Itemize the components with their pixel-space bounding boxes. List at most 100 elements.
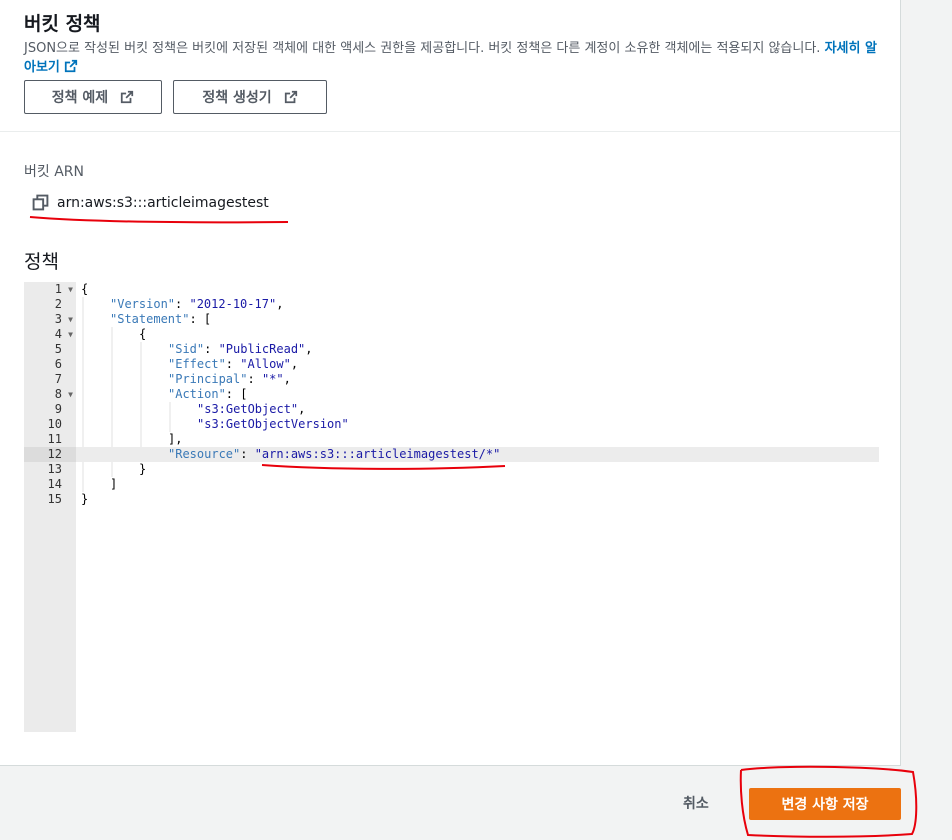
code-text: { — [139, 327, 146, 342]
line-number: 14 — [47, 477, 62, 491]
policy-generator-label: 정책 생성기 — [202, 90, 272, 106]
policy-generator-button[interactable]: 정책 생성기 — [173, 80, 327, 114]
json-key: "Effect" — [168, 357, 226, 371]
json-punctuation: , — [290, 357, 299, 371]
fold-toggle-icon[interactable]: ▼ — [68, 312, 73, 327]
code-cell: "Action": [ — [76, 387, 879, 402]
json-punctuation: { — [81, 282, 89, 296]
code-text: "Sid": "PublicRead", — [168, 342, 313, 357]
policy-description: JSON으로 작성된 버킷 정책은 버킷에 저장된 객체에 대한 액세스 권한을… — [24, 39, 886, 77]
json-string: "Allow" — [240, 357, 291, 371]
code-text: "Statement": [ — [110, 312, 211, 327]
code-text: "Principal": "*", — [168, 372, 291, 387]
line-number-cell: 2 — [24, 297, 76, 312]
bucket-arn-label: 버킷 ARN — [24, 164, 84, 180]
line-number-cell: 7 — [24, 372, 76, 387]
code-cell: "s3:GetObject", — [76, 402, 879, 417]
line-number-cell: 3 ▼ — [24, 312, 76, 327]
line-number: 8 — [54, 387, 62, 401]
line-number-cell: 12 — [24, 447, 76, 462]
code-cell: "Principal": "*", — [76, 372, 879, 387]
fold-toggle-icon[interactable]: ▼ — [68, 282, 73, 297]
description-text: JSON으로 작성된 버킷 정책은 버킷에 저장된 객체에 대한 액세스 권한을… — [24, 41, 821, 56]
bucket-policy-panel: 버킷 정책 JSON으로 작성된 버킷 정책은 버킷에 저장된 객체에 대한 액… — [0, 0, 901, 766]
policy-header: 버킷 정책 JSON으로 작성된 버킷 정책은 버킷에 저장된 객체에 대한 액… — [0, 0, 900, 132]
code-line: 11], — [24, 432, 879, 447]
json-key: "Version" — [110, 297, 176, 311]
line-number-cell: 5 — [24, 342, 76, 357]
code-line: 10 "s3:GetObjectVersion" — [24, 417, 879, 432]
json-punctuation: : — [225, 357, 241, 371]
code-cell: "Effect": "Allow", — [76, 357, 879, 372]
bucket-arn-row: arn:aws:s3:::articleimagestest — [32, 194, 269, 211]
code-text: { — [81, 282, 88, 297]
line-number: 10 — [47, 417, 62, 431]
line-number: 2 — [54, 297, 62, 311]
json-punctuation: ] — [110, 477, 118, 491]
save-changes-button[interactable]: 변경 사항 저장 — [749, 788, 901, 820]
code-line: 6 "Effect": "Allow", — [24, 357, 879, 372]
code-line: 5 "Sid": "PublicRead", — [24, 342, 879, 357]
code-text: } — [139, 462, 146, 477]
external-link-icon — [64, 59, 78, 73]
code-text: "s3:GetObject", — [197, 402, 305, 417]
json-string: "arn:aws:s3:::articleimagestest/*" — [254, 447, 501, 461]
code-cell: "Sid": "PublicRead", — [76, 342, 879, 357]
json-punctuation: } — [81, 492, 89, 506]
line-number: 12 — [47, 447, 62, 461]
code-text: "s3:GetObjectVersion" — [197, 417, 349, 432]
json-key: "Resource" — [168, 447, 241, 461]
line-number-cell: 15 — [24, 492, 76, 507]
json-key: "Statement" — [110, 312, 190, 326]
line-number-cell: 8 ▼ — [24, 387, 76, 402]
json-key: "Sid" — [168, 342, 205, 356]
line-number-cell: 9 — [24, 402, 76, 417]
fold-toggle-icon[interactable]: ▼ — [68, 327, 73, 342]
copy-icon[interactable] — [32, 194, 49, 211]
line-number: 13 — [47, 462, 62, 476]
json-punctuation: : — [204, 342, 219, 356]
code-text: "Resource": "arn:aws:s3:::articleimagest… — [168, 447, 500, 462]
json-punctuation: } — [139, 462, 147, 476]
page-title: 버킷 정책 — [24, 13, 101, 35]
json-string: "PublicRead" — [218, 342, 306, 356]
policy-code-editor[interactable]: 1 ▼{2 "Version": "2012-10-17", 3 ▼ "Statement… — [24, 282, 879, 732]
code-line: 12 "Resource": "arn:aws:s3:::articleimage… — [24, 447, 879, 462]
json-punctuation: , — [298, 402, 306, 416]
json-string: "s3:GetObjectVersion" — [197, 417, 349, 431]
code-text: "Action": [ — [168, 387, 247, 402]
code-line: 1 ▼{ — [24, 282, 879, 297]
json-string: "*" — [261, 372, 284, 386]
code-line: 8 ▼ "Action": [ — [24, 387, 879, 402]
json-punctuation: , — [305, 342, 313, 356]
line-number: 7 — [54, 372, 62, 386]
line-number-cell: 14 — [24, 477, 76, 492]
code-text: "Effect": "Allow", — [168, 357, 298, 372]
code-cell: "Version": "2012-10-17", — [76, 297, 879, 312]
code-text: ] — [110, 477, 117, 492]
code-line: 3 ▼ "Statement": [ — [24, 312, 879, 327]
line-number: 1 — [54, 282, 62, 296]
code-cell: ] — [76, 477, 879, 492]
code-cell: "Statement": [ — [76, 312, 879, 327]
json-string: "s3:GetObject" — [197, 402, 299, 416]
bucket-arn-value: arn:aws:s3:::articleimagestest — [57, 194, 269, 211]
line-number-cell: 1 ▼ — [24, 282, 76, 297]
json-punctuation: , — [276, 297, 284, 311]
policy-label: 정책 — [24, 251, 59, 273]
policy-examples-button[interactable]: 정책 예제 — [24, 80, 162, 114]
code-text: "Version": "2012-10-17", — [110, 297, 283, 312]
code-text: } — [81, 492, 88, 507]
code-line: 2 "Version": "2012-10-17", — [24, 297, 879, 312]
line-number: 6 — [54, 357, 62, 371]
code-line: 13} — [24, 462, 879, 477]
json-punctuation: : — [247, 372, 262, 386]
code-text: ], — [168, 432, 182, 447]
json-punctuation: : [ — [189, 312, 212, 326]
cancel-button[interactable]: 취소 — [683, 793, 709, 813]
line-number: 9 — [54, 402, 62, 416]
fold-toggle-icon[interactable]: ▼ — [68, 387, 73, 402]
code-line: 7 "Principal": "*", — [24, 372, 879, 387]
code-line: 4 ▼ { — [24, 327, 879, 342]
line-number-cell: 4 ▼ — [24, 327, 76, 342]
